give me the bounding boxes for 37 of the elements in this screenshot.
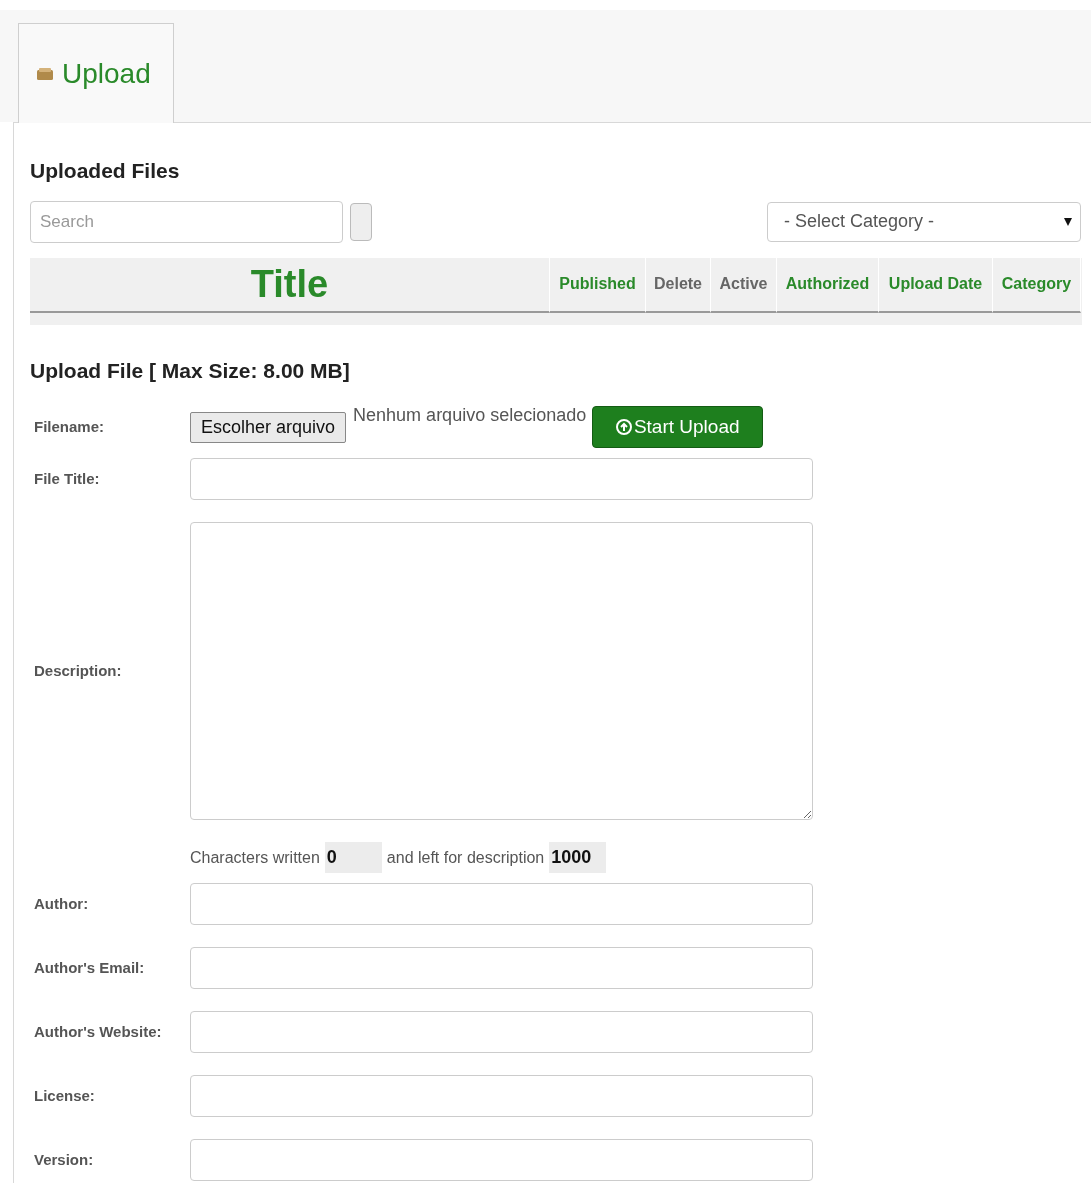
column-header[interactable]: Title xyxy=(30,257,550,313)
field-label: Version: xyxy=(33,1149,95,1170)
column-header[interactable]: Published xyxy=(550,257,646,313)
column-header: Active xyxy=(711,257,777,313)
field-label: Author: xyxy=(33,893,90,914)
field-label: Author's Website: xyxy=(33,1021,163,1042)
search-button[interactable] xyxy=(350,202,372,241)
field-label: License: xyxy=(33,1085,96,1106)
remaining-count: 1000 xyxy=(549,842,607,873)
counter-label: and left for description xyxy=(386,847,545,868)
file-status: Nenhum arquivo selecionado xyxy=(353,404,587,427)
written-count: 0 xyxy=(324,842,382,873)
text-field[interactable] xyxy=(190,947,813,989)
column-header[interactable]: Upload Date xyxy=(879,257,993,313)
field-label: Filename: xyxy=(33,416,106,437)
column-header: Delete xyxy=(646,257,711,313)
choose-file-button[interactable]: Escolher arquivo xyxy=(190,411,347,443)
text-field[interactable] xyxy=(190,883,813,925)
field-label: File Title: xyxy=(33,468,101,489)
dropdown-caret-icon xyxy=(1064,217,1072,226)
column-header[interactable]: Category xyxy=(993,257,1081,313)
column-header[interactable]: Authorized xyxy=(777,257,879,313)
text-field[interactable] xyxy=(190,1075,813,1117)
field-label: Author's Email: xyxy=(33,957,146,978)
section-heading: Uploaded Files xyxy=(30,158,180,184)
box-icon xyxy=(36,66,54,81)
upload-tab[interactable]: Upload xyxy=(18,23,174,123)
start-upload-button[interactable]: Start Upload xyxy=(592,406,764,448)
section-heading: Upload File [ Max Size: 8.00 MB] xyxy=(30,357,350,384)
text-field[interactable] xyxy=(190,1139,813,1181)
text-field[interactable] xyxy=(190,1011,813,1053)
field-label: Description: xyxy=(33,660,123,681)
category-select[interactable]: - Select Category - xyxy=(767,201,1081,242)
description-field[interactable] xyxy=(190,522,813,820)
search-field[interactable]: Search xyxy=(30,200,343,243)
counter-label: Characters written xyxy=(190,847,320,868)
text-field[interactable] xyxy=(190,458,813,500)
